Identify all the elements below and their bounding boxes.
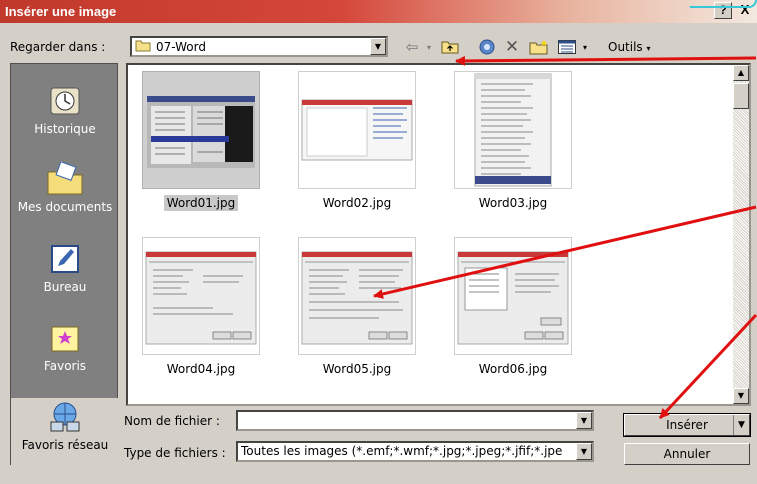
up-folder-icon[interactable] xyxy=(440,38,460,56)
tools-label: Outils xyxy=(608,40,643,54)
file-thumbnail[interactable] xyxy=(142,237,260,355)
place-network-favorites[interactable]: Favoris réseau xyxy=(11,398,119,465)
chevron-down-icon[interactable]: ▼ xyxy=(370,38,386,55)
image-preview xyxy=(301,251,413,345)
new-folder-icon[interactable] xyxy=(528,38,550,56)
scroll-up-icon[interactable]: ▲ xyxy=(733,65,749,81)
filename-label: Nom de fichier : xyxy=(124,414,220,428)
filetype-label: Type de fichiers : xyxy=(124,446,226,460)
desktop-icon xyxy=(51,245,79,273)
file-thumbnail[interactable] xyxy=(454,71,572,189)
insert-button[interactable]: Insérer ▼ xyxy=(623,413,751,437)
favorites-icon xyxy=(51,326,79,352)
file-thumbnail[interactable] xyxy=(298,71,416,189)
place-history[interactable]: Historique xyxy=(11,84,119,136)
file-name[interactable]: Word01.jpg xyxy=(141,195,261,211)
places-bar: Historique Mes documents Bureau Favoris … xyxy=(10,63,119,465)
back-dropdown-icon[interactable]: ▾ xyxy=(424,38,434,56)
folder-icon xyxy=(135,39,151,55)
file-thumbnail[interactable] xyxy=(142,71,260,189)
vertical-scrollbar[interactable]: ▲ ▼ xyxy=(733,65,749,404)
image-preview xyxy=(474,73,552,187)
image-preview xyxy=(301,99,413,161)
views-icon[interactable] xyxy=(556,38,578,56)
place-desktop[interactable]: Bureau xyxy=(11,242,119,294)
tools-chevron-icon: ▾ xyxy=(646,44,651,53)
scroll-thumb[interactable] xyxy=(733,83,749,109)
delete-icon[interactable]: ✕ xyxy=(502,37,522,57)
file-thumbnail[interactable] xyxy=(298,237,416,355)
filetype-value: Toutes les images (*.emf;*.wmf;*.jpg;*.j… xyxy=(241,444,563,458)
file-name[interactable]: Word03.jpg xyxy=(453,196,573,210)
file-name[interactable]: Word04.jpg xyxy=(141,362,261,376)
scroll-down-icon[interactable]: ▼ xyxy=(733,388,749,404)
cancel-button[interactable]: Annuler xyxy=(624,443,750,465)
insert-dropdown-icon[interactable]: ▼ xyxy=(733,415,749,435)
decorative-corner xyxy=(690,0,757,8)
title-bar: Insérer une image ? X xyxy=(0,0,757,23)
file-name[interactable]: Word02.jpg xyxy=(297,196,417,210)
image-preview xyxy=(147,96,255,168)
place-my-documents[interactable]: Mes documents xyxy=(11,162,119,214)
annotation-arrow xyxy=(455,55,757,66)
history-icon xyxy=(50,87,80,115)
filetype-select[interactable]: Toutes les images (*.emf;*.wmf;*.jpg;*.j… xyxy=(236,441,594,462)
place-label: Mes documents xyxy=(17,200,113,214)
network-favorites-icon xyxy=(50,402,80,432)
filename-dropdown-icon[interactable]: ▼ xyxy=(576,412,592,429)
views-dropdown-icon[interactable]: ▾ xyxy=(580,38,590,56)
file-thumbnail[interactable] xyxy=(454,237,572,355)
place-label: Bureau xyxy=(43,280,87,294)
place-favorites[interactable]: Favoris xyxy=(11,321,119,373)
file-name[interactable]: Word06.jpg xyxy=(453,362,573,376)
place-label: Favoris xyxy=(43,359,87,373)
look-in-label: Regarder dans : xyxy=(10,40,106,54)
window-title: Insérer une image xyxy=(5,4,117,19)
tools-menu[interactable]: Outils ▾ xyxy=(608,40,651,54)
search-web-icon[interactable] xyxy=(476,38,498,56)
my-documents-icon xyxy=(47,162,83,195)
look-in-combo[interactable]: 07-Word ▼ xyxy=(130,36,388,57)
image-preview xyxy=(457,251,569,345)
back-icon[interactable]: ⇦ xyxy=(400,38,424,56)
image-preview xyxy=(145,251,257,345)
place-label: Historique xyxy=(34,122,96,136)
filetype-dropdown-icon[interactable]: ▼ xyxy=(576,443,592,460)
place-label: Favoris réseau xyxy=(21,438,109,452)
file-name[interactable]: Word05.jpg xyxy=(297,362,417,376)
file-list[interactable]: Word01.jpg Word02.jpg Word03.jpg Word04.… xyxy=(126,63,751,406)
filename-input[interactable]: ▼ xyxy=(236,410,594,431)
look-in-value: 07-Word xyxy=(156,39,206,54)
